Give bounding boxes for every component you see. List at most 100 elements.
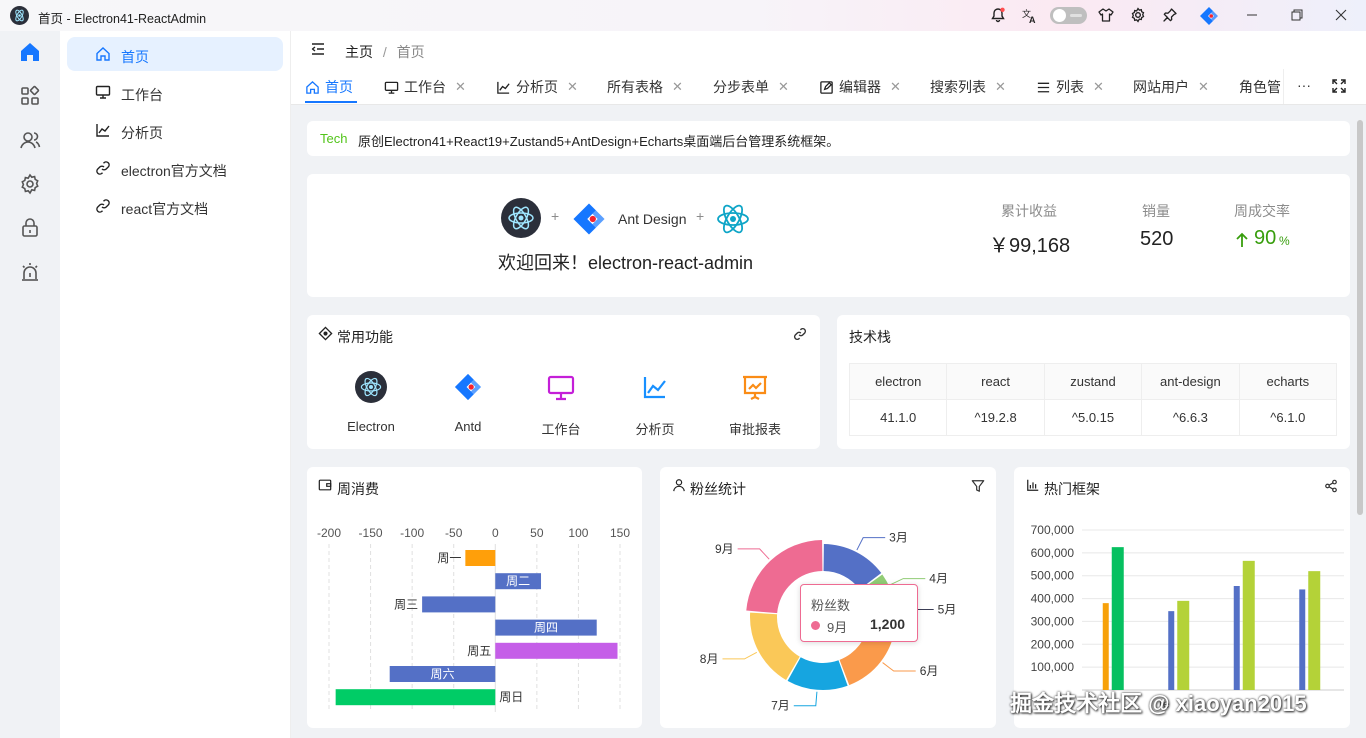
table-cell: ^5.0.15: [1043, 399, 1143, 436]
antd-logo-icon[interactable]: [1197, 4, 1221, 28]
bar-category-label: 周四: [534, 621, 558, 635]
x-tick-label: 50: [530, 526, 544, 540]
bar: [465, 550, 496, 566]
restore-icon[interactable]: [1287, 5, 1307, 25]
edit-icon: [820, 80, 833, 94]
window-title: 首页 - Electron41-ReactAdmin: [38, 12, 207, 26]
pie-slice: [750, 612, 800, 680]
tab-label: 首页: [325, 79, 353, 95]
sidebar-item-electron-docs[interactable]: electron官方文档: [67, 151, 283, 185]
pin-icon[interactable]: [1160, 5, 1180, 25]
home-icon[interactable]: [18, 40, 42, 64]
translate-icon[interactable]: 文A: [1020, 5, 1040, 25]
sidebar-item-analysis[interactable]: 分析页: [67, 113, 283, 147]
home-icon: [96, 47, 110, 61]
sidebar-item-react-docs[interactable]: react官方文档: [67, 189, 283, 223]
tab-label: 编辑器: [839, 79, 881, 95]
breadcrumb-current: 首页: [396, 44, 425, 60]
tab-editor[interactable]: 编辑器 ✕: [819, 69, 901, 105]
bar: [1299, 589, 1306, 690]
link-icon[interactable]: [793, 327, 807, 344]
tab-site-users[interactable]: 网站用户 ✕: [1133, 69, 1209, 105]
tab-close-icon[interactable]: ✕: [455, 79, 466, 95]
bar-category-label: 周六: [430, 667, 454, 681]
table-row: 41.1.0 ^19.2.8 ^5.0.15 ^6.6.3 ^6.1.0: [848, 399, 1338, 436]
pie-leader-line: [722, 651, 758, 660]
x-tick-label: 100: [568, 526, 588, 540]
presentation-icon: [743, 375, 767, 400]
bar-chart-icon: [1026, 478, 1040, 495]
sidebar-item-label: electron官方文档: [121, 163, 227, 179]
pie-label: 6月: [920, 664, 939, 678]
y-tick-label: 400,000: [1031, 592, 1075, 606]
tab-close-icon[interactable]: ✕: [778, 79, 789, 95]
alarm-icon[interactable]: [18, 260, 42, 284]
tab-home[interactable]: 首页: [305, 69, 353, 105]
plus-text: +: [696, 208, 705, 224]
tab-close-icon[interactable]: ✕: [995, 79, 1006, 95]
users-icon[interactable]: [18, 128, 42, 152]
pie-leader-line: [793, 691, 818, 707]
bar: [1242, 560, 1255, 690]
function-label: 审批报表: [728, 422, 781, 437]
settings-icon[interactable]: [1128, 5, 1148, 25]
tab-all-tables[interactable]: 所有表格 ✕: [607, 69, 683, 105]
bar: [1233, 586, 1240, 690]
fullscreen-icon[interactable]: [1332, 79, 1346, 96]
tab-close-icon[interactable]: ✕: [1093, 79, 1104, 95]
card-title: 粉丝统计: [690, 481, 746, 497]
tab-close-icon[interactable]: ✕: [567, 79, 578, 95]
sidebar-item-label: 首页: [121, 49, 149, 65]
banner-tag: Tech: [320, 131, 348, 146]
tabs-more-icon[interactable]: ···: [1297, 77, 1311, 93]
bar: [1102, 603, 1109, 690]
bell-icon[interactable]: [988, 5, 1008, 25]
weekly-spending-card: 周消费 -200 -150 -100 -50 0 50 100 150 周一 周二 周三 周四 周五 周六…: [307, 467, 642, 728]
gear-icon[interactable]: [18, 172, 42, 196]
electron-logo-icon: [501, 198, 541, 238]
minimize-icon[interactable]: [1242, 5, 1262, 25]
home-icon: [306, 80, 319, 94]
tab-analysis[interactable]: 分析页 ✕: [496, 69, 578, 105]
breadcrumb: 主页 / 首页: [345, 42, 425, 62]
apps-icon[interactable]: [18, 84, 42, 108]
share-icon[interactable]: [1324, 479, 1338, 496]
tab-workbench[interactable]: 工作台 ✕: [384, 69, 466, 105]
techstack-table: electron react zustand ant-design echart…: [848, 363, 1338, 436]
tab-close-icon[interactable]: ✕: [890, 79, 901, 95]
bar: [1177, 600, 1190, 690]
tab-step-form[interactable]: 分步表单 ✕: [713, 69, 789, 105]
close-icon[interactable]: [1331, 5, 1351, 25]
tab-label: 网站用户: [1133, 79, 1189, 95]
table-cell: ^19.2.8: [946, 399, 1045, 436]
theme-toggle[interactable]: [1050, 7, 1087, 24]
sidebar-item-home[interactable]: 首页: [67, 37, 283, 71]
stat-label: 周成交率: [1234, 203, 1290, 219]
x-tick-label: 150: [610, 526, 630, 540]
function-label: Electron: [347, 419, 395, 434]
filter-icon[interactable]: [971, 479, 985, 496]
tab-label: 所有表格: [607, 79, 663, 95]
tab-list[interactable]: 列表 ✕: [1036, 69, 1104, 105]
bar: [1308, 571, 1321, 690]
lock-icon[interactable]: [18, 216, 42, 240]
function-label: Antd: [454, 419, 482, 434]
tab-close-icon[interactable]: ✕: [1198, 79, 1209, 95]
chart-tooltip: 粉丝数 9月 1,200: [800, 584, 918, 642]
antd-label: Ant Design: [618, 211, 687, 227]
antd-icon: [454, 373, 482, 401]
menu-fold-icon[interactable]: [310, 41, 326, 60]
tab-close-icon[interactable]: ✕: [672, 79, 683, 95]
card-title: 热门框架: [1044, 481, 1100, 497]
pie-label: 9月: [715, 542, 734, 556]
tab-search-list[interactable]: 搜索列表 ✕: [930, 69, 1006, 105]
tooltip-value: 1,200: [870, 616, 906, 632]
table-header: ant-design: [1141, 363, 1240, 400]
breadcrumb-home[interactable]: 主页: [345, 44, 373, 60]
sidebar-item-workbench[interactable]: 工作台: [67, 75, 283, 109]
page-scrollbar[interactable]: [1357, 120, 1363, 515]
skin-icon[interactable]: [1096, 5, 1116, 25]
tab-roles[interactable]: 角色管: [1239, 69, 1283, 105]
list-icon: [1037, 82, 1050, 92]
bar: [422, 596, 496, 613]
